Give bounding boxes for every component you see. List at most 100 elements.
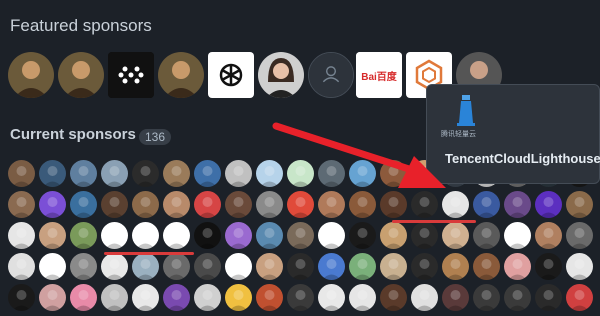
- sponsor-avatar[interactable]: [225, 191, 252, 218]
- sponsor-avatar[interactable]: [380, 253, 407, 280]
- sponsor-avatar[interactable]: [101, 222, 128, 249]
- hovercard-sponsor-name[interactable]: TencentCloudLighthouse: [445, 151, 600, 166]
- sponsor-avatar[interactable]: [8, 284, 35, 311]
- sponsor-avatar[interactable]: [163, 222, 190, 249]
- sponsor-avatar[interactable]: [256, 160, 283, 187]
- sponsor-avatar[interactable]: [504, 191, 531, 218]
- sponsor-avatar[interactable]: [442, 191, 469, 218]
- sponsor-avatar[interactable]: [287, 160, 314, 187]
- sponsor-avatar[interactable]: [380, 160, 407, 187]
- sponsor-avatar[interactable]: [504, 222, 531, 249]
- sponsor-avatar[interactable]: [256, 191, 283, 218]
- sponsor-avatar-3[interactable]: [158, 52, 204, 98]
- sponsor-avatar[interactable]: [70, 191, 97, 218]
- sponsor-avatar[interactable]: [194, 284, 221, 311]
- sponsor-avatar[interactable]: [287, 222, 314, 249]
- sponsor-avatar[interactable]: [349, 191, 376, 218]
- sponsor-avatar[interactable]: [349, 222, 376, 249]
- sponsor-avatar[interactable]: [473, 222, 500, 249]
- sponsor-avatar[interactable]: [318, 222, 345, 249]
- sponsor-avatar[interactable]: [101, 284, 128, 311]
- sponsor-avatar[interactable]: [535, 253, 562, 280]
- sponsor-avatar[interactable]: [194, 253, 221, 280]
- sponsor-avatar[interactable]: [163, 160, 190, 187]
- sponsor-avatar[interactable]: [535, 222, 562, 249]
- sponsor-avatar[interactable]: [163, 284, 190, 311]
- sponsor-avatar[interactable]: [132, 191, 159, 218]
- sponsor-avatar[interactable]: [8, 253, 35, 280]
- sponsor-avatar[interactable]: [442, 253, 469, 280]
- sponsor-avatar[interactable]: [566, 253, 593, 280]
- sponsor-avatar[interactable]: [473, 191, 500, 218]
- sponsor-avatar[interactable]: [473, 284, 500, 311]
- sponsor-avatar[interactable]: [318, 284, 345, 311]
- sponsor-avatar[interactable]: [411, 191, 438, 218]
- sponsor-avatar[interactable]: [256, 253, 283, 280]
- sponsor-avatar[interactable]: [225, 253, 252, 280]
- sponsor-avatar[interactable]: [225, 284, 252, 311]
- baidu-logo[interactable]: Bai百度: [356, 52, 402, 98]
- sponsor-avatar[interactable]: [473, 253, 500, 280]
- sponsor-avatar[interactable]: [163, 253, 190, 280]
- sponsor-avatar-woman[interactable]: [258, 52, 304, 98]
- sponsor-avatar[interactable]: [256, 284, 283, 311]
- sponsor-avatar[interactable]: [39, 284, 66, 311]
- sponsor-avatar[interactable]: [70, 160, 97, 187]
- sponsor-avatar[interactable]: [318, 191, 345, 218]
- sponsor-avatar[interactable]: [566, 222, 593, 249]
- sponsor-avatar[interactable]: [442, 222, 469, 249]
- sponsor-avatar[interactable]: [8, 160, 35, 187]
- sponsor-avatar[interactable]: [566, 284, 593, 311]
- sponsor-avatar[interactable]: [411, 222, 438, 249]
- sponsor-avatar[interactable]: [380, 222, 407, 249]
- sponsor-avatar[interactable]: [225, 160, 252, 187]
- sponsor-avatar[interactable]: [194, 191, 221, 218]
- sponsor-avatar[interactable]: [70, 253, 97, 280]
- sponsor-avatar[interactable]: [380, 191, 407, 218]
- openai-logo[interactable]: [208, 52, 254, 98]
- sponsor-avatar[interactable]: [8, 191, 35, 218]
- highlight-underline-left: [104, 252, 194, 255]
- sponsor-avatar[interactable]: [39, 191, 66, 218]
- sponsor-avatar[interactable]: [132, 222, 159, 249]
- sponsor-avatar[interactable]: [504, 253, 531, 280]
- sponsor-avatar[interactable]: [318, 160, 345, 187]
- sponsor-avatar[interactable]: [101, 160, 128, 187]
- sponsor-avatar[interactable]: [535, 191, 562, 218]
- sponsor-avatar[interactable]: [163, 191, 190, 218]
- sponsor-avatar[interactable]: [349, 284, 376, 311]
- sponsor-avatar[interactable]: [442, 284, 469, 311]
- sponsor-avatar[interactable]: [39, 222, 66, 249]
- sponsor-avatar-1[interactable]: [8, 52, 54, 98]
- sponsor-avatar[interactable]: [194, 160, 221, 187]
- default-user-icon[interactable]: [308, 52, 354, 98]
- sponsor-avatar[interactable]: [287, 191, 314, 218]
- sponsor-avatar[interactable]: [535, 284, 562, 311]
- sponsor-avatar[interactable]: [287, 284, 314, 311]
- sponsor-avatar[interactable]: [256, 222, 283, 249]
- sponsor-avatar[interactable]: [132, 160, 159, 187]
- sponsor-avatar[interactable]: [411, 284, 438, 311]
- sponsor-avatar[interactable]: [132, 284, 159, 311]
- sponsor-avatar[interactable]: [101, 253, 128, 280]
- sponsor-avatar[interactable]: [8, 222, 35, 249]
- sponsor-avatar[interactable]: [349, 160, 376, 187]
- sponsor-avatar[interactable]: [132, 253, 159, 280]
- sponsor-avatar[interactable]: [194, 222, 221, 249]
- sponsor-avatar[interactable]: [411, 253, 438, 280]
- sponsor-avatar[interactable]: [70, 222, 97, 249]
- sponsor-dots-logo[interactable]: [108, 52, 154, 98]
- sponsor-avatar[interactable]: [39, 253, 66, 280]
- sponsor-avatar[interactable]: [287, 253, 314, 280]
- sponsor-avatar[interactable]: [380, 284, 407, 311]
- sponsor-avatar[interactable]: [318, 253, 345, 280]
- sponsor-avatar[interactable]: [566, 191, 593, 218]
- sponsor-avatar[interactable]: [349, 253, 376, 280]
- sponsor-avatar[interactable]: [39, 160, 66, 187]
- sponsor-avatar[interactable]: [225, 222, 252, 249]
- sponsor-avatar-2[interactable]: [58, 52, 104, 98]
- current-sponsors-heading: Current sponsors: [10, 126, 136, 143]
- sponsor-avatar[interactable]: [504, 284, 531, 311]
- sponsor-avatar[interactable]: [101, 191, 128, 218]
- sponsor-avatar[interactable]: [70, 284, 97, 311]
